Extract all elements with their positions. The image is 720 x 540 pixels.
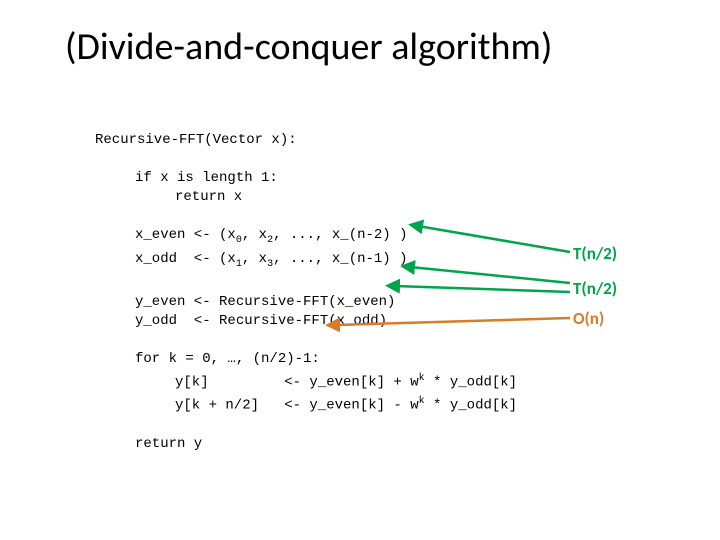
annot-tn2-b: T(n/2) — [573, 278, 617, 299]
code-split-even: x_even <- (x0, x2, ..., x_(n-2) ) — [95, 226, 408, 250]
annot-on: O(n) — [573, 308, 604, 329]
code-for-head: for k = 0, …, (n/2)-1: — [95, 350, 320, 369]
code-for-line1: y[k] <- y_even[k] + wk * y_odd[k] — [95, 369, 517, 393]
slide-title: (Divide-and-conquer algorithm) — [65, 24, 675, 70]
annot-tn2-a: T(n/2) — [573, 243, 617, 264]
code-signature: Recursive-FFT(Vector x): — [95, 132, 297, 148]
code-rec-odd: y_odd <- Recursive-FFT(x_odd) — [95, 312, 387, 331]
code-base-return: return x — [95, 188, 242, 207]
code-base-if: if x is length 1: — [95, 169, 278, 188]
code-split-odd: x_odd <- (x1, x3, ..., x_(n-1) ) — [95, 250, 408, 274]
code-rec-even: y_even <- Recursive-FFT(x_even) — [95, 293, 395, 312]
code-block: Recursive-FFT(Vector x): if x is length … — [95, 112, 517, 473]
slide: (Divide-and-conquer algorithm) Recursive… — [0, 0, 720, 540]
code-return: return y — [95, 435, 202, 454]
code-for-line2: y[k + n/2] <- y_even[k] - wk * y_odd[k] — [95, 392, 517, 416]
